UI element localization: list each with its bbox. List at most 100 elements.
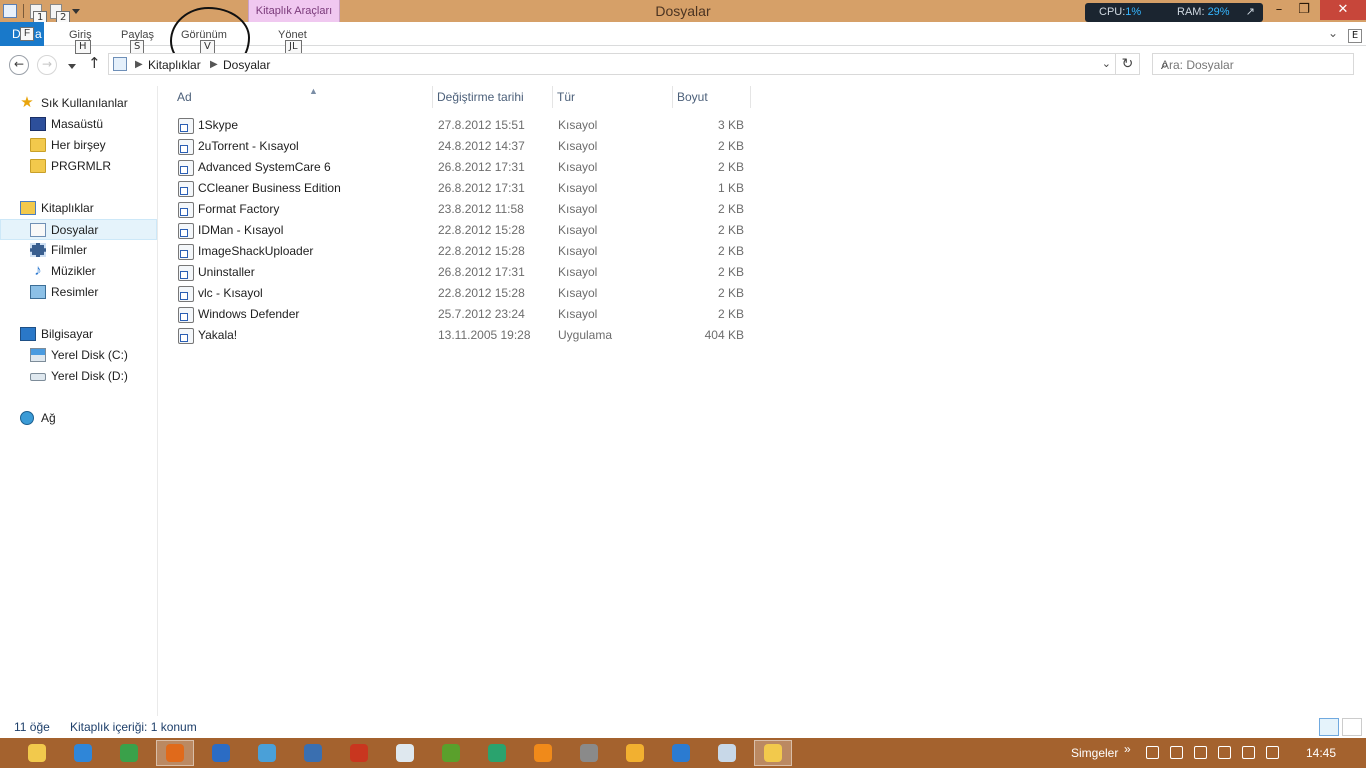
forward-button[interactable]: → [37, 55, 57, 75]
remote-app-icon [718, 744, 736, 762]
help-keytip[interactable]: E [1348, 29, 1362, 43]
taskbar-app-media-player[interactable] [340, 740, 378, 766]
taskbar-app-firefox[interactable] [156, 740, 194, 766]
pictures-icon [30, 285, 46, 299]
tab-file[interactable]: D F a [0, 22, 44, 46]
refresh-icon[interactable]: ↻ [1115, 54, 1139, 74]
library-icon [113, 57, 127, 71]
file-row[interactable]: Advanced SystemCare 6 26.8.2012 17:31 Kısa… [174, 157, 754, 178]
taskbar-app-iobit[interactable] [248, 740, 286, 766]
breadcrumb-documents[interactable]: Dosyalar [223, 54, 270, 76]
nav-network[interactable]: Ağ [0, 408, 157, 429]
file-row[interactable]: 1Skype 27.8.2012 15:51 Kısayol 3 KB [174, 115, 754, 136]
ribbon-expand-icon[interactable]: ⌄ [1328, 26, 1338, 40]
internet-explorer-icon [74, 744, 92, 762]
nav-network-label: Ağ [41, 411, 56, 425]
navigation-bar: ← → ↑ ▶ Kitaplıklar ▶ Dosyalar ⌄ ↻ Ara: … [0, 52, 1366, 78]
file-row[interactable]: Uninstaller 26.8.2012 17:31 Kısayol 2 KB [174, 262, 754, 283]
taskbar-app-internet-explorer[interactable] [64, 740, 102, 766]
search-box[interactable]: Ara: Dosyalar ⌕ [1152, 53, 1354, 75]
library-info: Kitaplık içeriği: 1 konum [70, 720, 197, 734]
file-row[interactable]: Yakala! 13.11.2005 19:28 Uygulama 404 KB [174, 325, 754, 346]
taskbar-app-advanced-systemcare[interactable] [294, 740, 332, 766]
column-header-name[interactable]: Ad ▲ [173, 86, 433, 108]
shortcut-icon [178, 223, 194, 239]
qat-dropdown-icon[interactable] [72, 8, 80, 14]
taskbar-app-utorrent[interactable] [432, 740, 470, 766]
nav-computer-label: Bilgisayar [41, 327, 94, 341]
shortcut-icon [178, 202, 194, 218]
file-date: 22.8.2012 15:28 [438, 244, 525, 258]
taskbar-app-skype-like[interactable] [386, 740, 424, 766]
column-header-size[interactable]: Boyut [673, 86, 751, 108]
chevron-right-icon[interactable]: ▶ [135, 54, 143, 76]
file-date: 26.8.2012 17:31 [438, 181, 525, 195]
clock[interactable]: 14:45 [1306, 738, 1336, 768]
volume-icon[interactable] [1266, 746, 1279, 759]
nav-item-everything[interactable]: Her birşey [0, 135, 157, 156]
nav-item-disk-c[interactable]: Yerel Disk (C:) [0, 345, 157, 366]
taskbar-app-chrome[interactable] [110, 740, 148, 766]
chevron-right-icon[interactable]: ▶ [210, 54, 218, 76]
file-row[interactable]: Format Factory 23.8.2012 11:58 Kısayol 2 KB [174, 199, 754, 220]
nav-item-documents[interactable]: Dosyalar [0, 219, 157, 240]
taskbar-app-chat-app[interactable] [478, 740, 516, 766]
nav-computer[interactable]: Bilgisayar [0, 324, 157, 345]
file-row[interactable]: Windows Defender 25.7.2012 23:24 Kısayol 2 … [174, 304, 754, 325]
nav-item-desktop[interactable]: Masaüstü [0, 114, 157, 135]
up-button[interactable]: ↑ [88, 54, 101, 72]
nav-item-label: Resimler [51, 285, 99, 299]
sort-ascending-icon: ▲ [309, 86, 318, 96]
close-button[interactable]: ✕ [1320, 0, 1366, 20]
column-header-type[interactable]: Tür [553, 86, 673, 108]
taskbar-app-vlc[interactable] [524, 740, 562, 766]
taskbar-app-file-explorer[interactable] [18, 740, 56, 766]
column-header-date[interactable]: Değiştirme tarihi [433, 86, 553, 108]
file-size: 3 KB [717, 118, 744, 132]
file-date: 26.8.2012 17:31 [438, 265, 525, 279]
system-monitor[interactable]: CPU:1% RAM: 29% ↗ [1085, 3, 1263, 22]
file-name: IDMan - Kısayol [198, 223, 284, 237]
details-view-button[interactable] [1319, 718, 1339, 736]
taskbar-app-explorer-active[interactable] [754, 740, 792, 766]
expand-arrow-icon[interactable]: ↗ [1246, 3, 1255, 22]
nav-libraries[interactable]: Kitaplıklar [0, 198, 157, 219]
file-size: 2 KB [717, 265, 744, 279]
back-button[interactable]: ← [9, 55, 29, 75]
star-icon: ★ [20, 94, 34, 111]
taskbar-app-ccleaner[interactable] [202, 740, 240, 766]
taskbar-app-format-factory[interactable] [616, 740, 654, 766]
yakala-tray-icon[interactable] [1146, 746, 1159, 759]
nav-item-label: Yerel Disk (D:) [51, 369, 128, 383]
nav-item-pictures[interactable]: Resimler [0, 282, 157, 303]
address-bar[interactable]: ▶ Kitaplıklar ▶ Dosyalar ⌄ ↻ [108, 53, 1140, 75]
monitor-tray-icon[interactable] [1170, 746, 1183, 759]
large-icons-view-button[interactable] [1342, 718, 1362, 736]
nav-item-programs[interactable]: PRGRMLR [0, 156, 157, 177]
nav-item-music[interactable]: ♪ Müzikler [0, 261, 157, 282]
network-tray-icon[interactable] [1242, 746, 1255, 759]
tray-expand-icon[interactable]: » [1124, 734, 1131, 764]
file-row[interactable]: IDMan - Kısayol 22.8.2012 15:28 Kısayol 2 K… [174, 220, 754, 241]
recent-locations-dropdown[interactable] [68, 64, 76, 69]
folder-properties-icon[interactable] [3, 4, 17, 18]
file-row[interactable]: ImageShackUploader 22.8.2012 15:28 Kısayol… [174, 241, 754, 262]
address-dropdown-icon[interactable]: ⌄ [1102, 57, 1111, 70]
nav-item-videos[interactable]: Filmler [0, 240, 157, 261]
nav-favorites[interactable]: ★ Sık Kullanılanlar [0, 93, 157, 114]
breadcrumb-libraries[interactable]: Kitaplıklar [148, 54, 201, 76]
restore-button[interactable]: ❐ [1291, 0, 1317, 20]
taskbar-app-calculator[interactable] [570, 740, 608, 766]
flag-icon[interactable] [1194, 746, 1207, 759]
tray-label[interactable]: Simgeler [1071, 738, 1118, 768]
taskbar-app-yakala[interactable] [662, 740, 700, 766]
power-icon[interactable] [1218, 746, 1231, 759]
file-row[interactable]: CCleaner Business Edition 26.8.2012 17:31… [174, 178, 754, 199]
nav-item-disk-d[interactable]: Yerel Disk (D:) [0, 366, 157, 387]
library-tools-context-tab[interactable]: Kitaplık Araçları [248, 0, 340, 22]
search-icon[interactable]: ⌕ [1161, 54, 1345, 76]
taskbar-app-remote-app[interactable] [708, 740, 746, 766]
file-row[interactable]: 2uTorrent - Kısayol 24.8.2012 14:37 Kısayo… [174, 136, 754, 157]
file-row[interactable]: vlc - Kısayol 22.8.2012 15:28 Kısayol 2 KB [174, 283, 754, 304]
minimize-button[interactable]: – [1266, 0, 1292, 20]
